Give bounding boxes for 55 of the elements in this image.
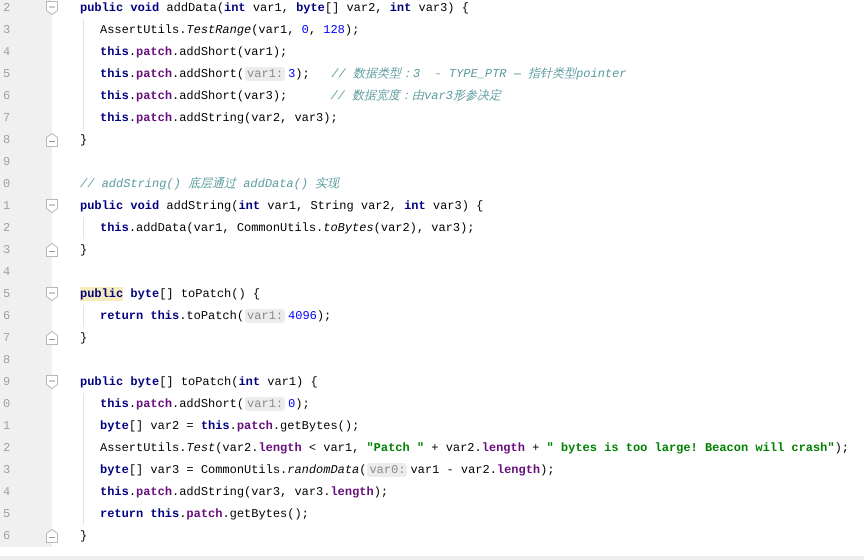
line-number: 2 [2, 221, 10, 235]
line-number: 5 [2, 507, 10, 521]
code-line: } [80, 132, 88, 148]
line-number: 6 [2, 309, 10, 323]
code-line: byte[] var2 = this.patch.getBytes(); [100, 418, 360, 434]
line-number: 2 [2, 441, 10, 455]
code-line: byte[] var3 = CommonUtils.randomData( var0: var1 - var2.length); [100, 462, 555, 478]
fold-end-icon[interactable] [46, 243, 58, 257]
code-line: public void addString(int var1, String var2, int var3) { [80, 198, 484, 214]
line-number: 6 [2, 529, 10, 543]
code-line: AssertUtils.TestRange(var1, 0, 128); [100, 22, 360, 38]
code-line: this.patch.addString(var2, var3); [100, 110, 338, 126]
fold-collapse-icon[interactable] [46, 287, 58, 301]
line-number: 5 [2, 67, 10, 81]
line-number: 8 [2, 133, 10, 147]
line-number: 4 [2, 265, 10, 279]
line-number: 5 [2, 287, 10, 301]
line-number: 2 [2, 1, 10, 15]
line-number: 3 [2, 463, 10, 477]
code-line: this.patch.addShort( var1: 3); // 数据类型：3 - TYPE_PTR — 指针类型pointer [100, 66, 627, 82]
code-line: AssertUtils.Test(var2.length < var1, "Patch " + var2.length + " bytes is too large! Beacon will crash"); [100, 440, 849, 456]
line-number: 0 [2, 177, 10, 191]
line-number: 9 [2, 155, 10, 169]
line-number: 9 [2, 375, 10, 389]
fold-end-icon[interactable] [46, 133, 58, 147]
line-number: 7 [2, 331, 10, 345]
line-number: 6 [2, 89, 10, 103]
code-line: public byte[] toPatch() { [80, 286, 260, 302]
code-line: return this.toPatch( var1: 4096); [100, 308, 332, 324]
line-number: 3 [2, 23, 10, 37]
line-number: 8 [2, 353, 10, 367]
line-number: 4 [2, 485, 10, 499]
code-line: this.patch.addShort( var1: 0); [100, 396, 310, 412]
code-line: public byte[] toPatch(int var1) { [80, 374, 318, 390]
line-number: 7 [2, 111, 10, 125]
line-number: 1 [2, 419, 10, 433]
line-number: 1 [2, 199, 10, 213]
code-line: this.addData(var1, CommonUtils.toBytes(var2), var3); [100, 220, 474, 236]
code-line: this.patch.addString(var3, var3.length); [100, 484, 388, 500]
fold-end-icon[interactable] [46, 529, 58, 543]
code-line: } [80, 242, 88, 258]
code-line: return this.patch.getBytes(); [100, 506, 309, 522]
fold-end-icon[interactable] [46, 331, 58, 345]
code-line: // addString() 底层通过 addData() 实现 [80, 176, 340, 192]
line-number: 0 [2, 397, 10, 411]
fold-collapse-icon[interactable] [46, 1, 58, 15]
code-line: this.patch.addShort(var3); // 数据宽度：由var3形参决定 [100, 88, 501, 104]
fold-collapse-icon[interactable] [46, 375, 58, 389]
code-line: } [80, 528, 88, 544]
code-line: this.patch.addShort(var1); [100, 44, 288, 60]
code-line: } [80, 330, 88, 346]
line-number: 3 [2, 243, 10, 257]
line-number: 4 [2, 45, 10, 59]
fold-collapse-icon[interactable] [46, 199, 58, 213]
code-line: public void addData(int var1, byte[] var2, int var3) { [80, 0, 469, 16]
